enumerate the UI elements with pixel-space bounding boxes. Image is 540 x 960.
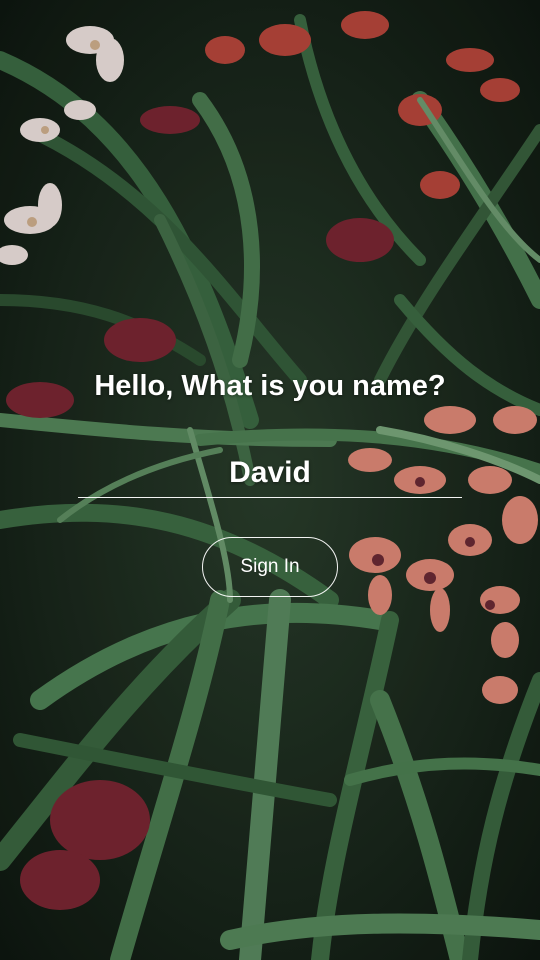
name-input[interactable]	[78, 448, 462, 498]
sign-in-button[interactable]: Sign In	[202, 537, 338, 597]
name-prompt-heading: Hello, What is you name?	[94, 370, 446, 402]
